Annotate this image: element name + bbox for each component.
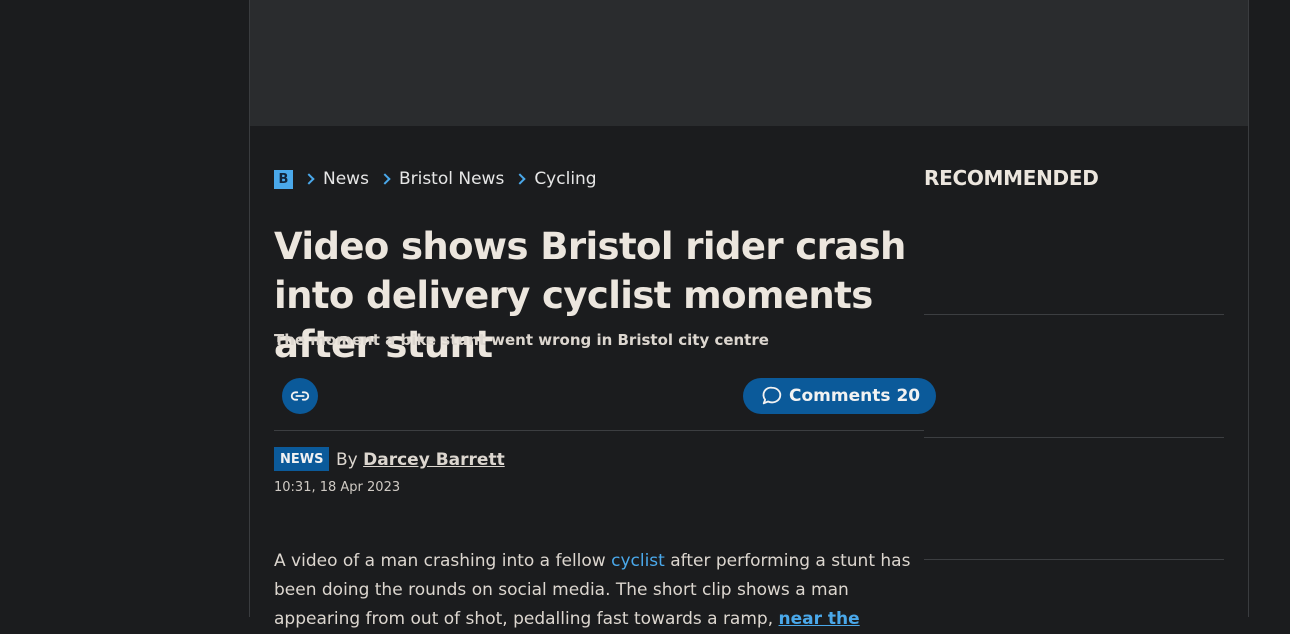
comments-count: 20	[896, 386, 921, 406]
article-standfirst: The moment a bike stunt went wrong in Br…	[274, 331, 769, 349]
breadcrumb-item-news[interactable]: News	[323, 169, 369, 189]
ad-slot	[250, 0, 1248, 126]
chevron-right-icon	[303, 173, 315, 185]
cyclist-link[interactable]: cyclist	[611, 551, 665, 571]
author-link[interactable]: Darcey Barrett	[363, 450, 505, 470]
divider	[274, 430, 924, 431]
byline-prefix: By	[336, 450, 358, 470]
body-text-1: A video of a man crashing into a fellow	[274, 551, 612, 571]
recommended-divider	[924, 314, 1224, 315]
publish-timestamp: 10:31, 18 Apr 2023	[274, 480, 401, 495]
chevron-right-icon	[514, 173, 526, 185]
recommended-divider	[924, 559, 1224, 560]
byline: By Darcey Barrett	[336, 450, 505, 470]
speech-bubble-icon	[762, 386, 782, 405]
chevron-right-icon	[379, 173, 391, 185]
breadcrumb-item-cycling[interactable]: Cycling	[534, 169, 596, 189]
share-link-button[interactable]	[282, 378, 318, 414]
near-the-link[interactable]: near the	[779, 609, 860, 629]
page-container: B News Bristol News Cycling Video shows …	[249, 0, 1249, 629]
recommended-heading: RECOMMENDED	[924, 166, 1099, 190]
category-badge: NEWS	[274, 447, 330, 471]
recommended-divider	[924, 437, 1224, 438]
article-body: A video of a man crashing into a fellow …	[274, 547, 914, 634]
breadcrumb-item-bristol-news[interactable]: Bristol News	[399, 169, 504, 189]
brand-logo[interactable]: B	[274, 169, 293, 189]
link-icon	[290, 391, 310, 401]
comments-label: Comments	[789, 386, 891, 406]
breadcrumb: B News Bristol News Cycling	[274, 166, 597, 192]
comments-button[interactable]: Comments 20	[743, 378, 937, 414]
